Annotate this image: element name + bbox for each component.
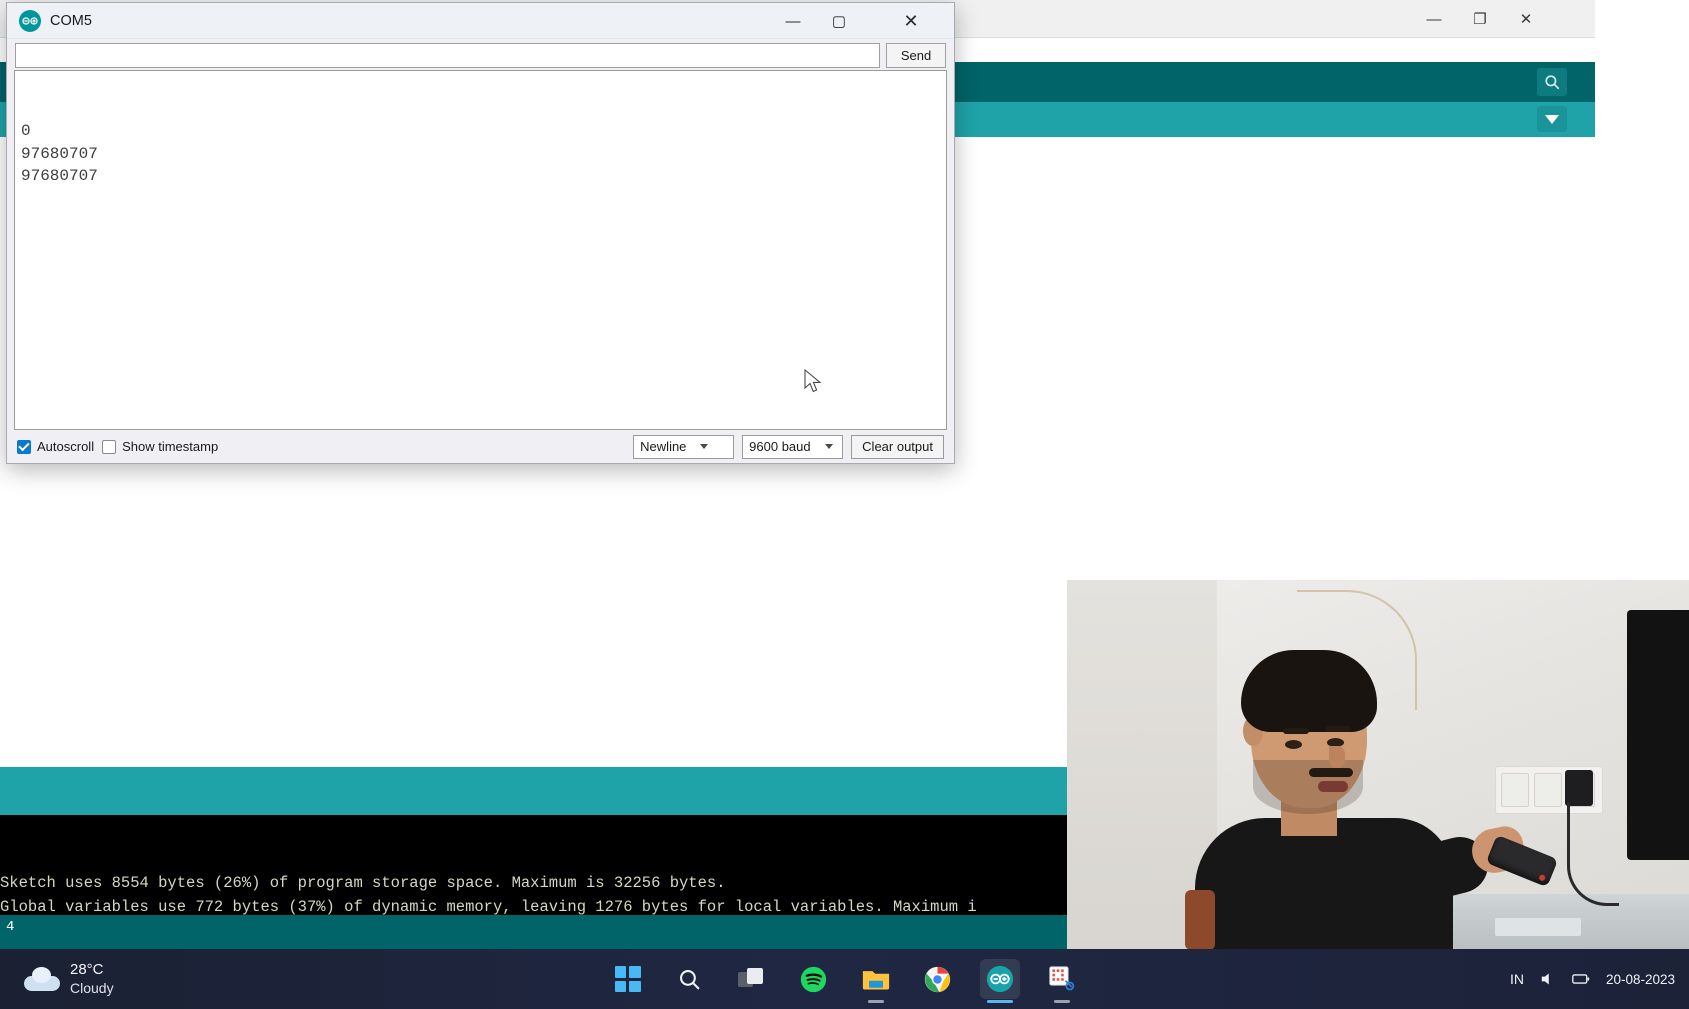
serial-monitor-titlebar[interactable]: COM5 — ▢ ✕ <box>7 3 954 39</box>
clear-output-button[interactable]: Clear output <box>851 434 944 459</box>
arduino-ide-button[interactable] <box>979 959 1020 1003</box>
chrome-icon <box>924 966 951 992</box>
line-ending-value: Newline <box>640 439 687 454</box>
show-timestamp-checkbox[interactable]: Show timestamp <box>102 439 218 454</box>
search-button[interactable] <box>670 959 710 999</box>
serial-monitor-close-button[interactable]: ✕ <box>888 3 934 39</box>
screen-root: — ❐ ✕ File Serial.println(IR.decodedIRDa… <box>0 0 1689 1009</box>
serial-monitor-maximize-button[interactable]: ▢ <box>816 3 862 39</box>
baud-rate-value: 9600 baud <box>749 439 811 454</box>
send-button[interactable]: Send <box>886 43 946 68</box>
serial-send-input[interactable] <box>15 43 880 68</box>
weather-condition: Cloudy <box>70 979 114 996</box>
serial-output-line: 0 <box>21 122 31 140</box>
serial-monitor-title: COM5 <box>50 12 92 29</box>
weather-temperature: 28°C <box>70 960 104 978</box>
folder-icon <box>862 971 889 990</box>
tray-date[interactable]: 20-08-2023 <box>1606 972 1675 987</box>
person-on-camera <box>1177 650 1559 950</box>
ide-minimize-button[interactable]: — <box>1411 0 1457 38</box>
line-ending-select[interactable]: Newline <box>633 434 735 459</box>
serial-monitor-footer: Autoscroll Show timestamp Newline 9600 b… <box>7 430 954 463</box>
windows-logo-icon <box>614 966 641 992</box>
snipping-tool-icon <box>1048 966 1074 991</box>
serial-monitor-window[interactable]: COM5 — ▢ ✕ Send 0 97680707 97680707 Autosc… <box>6 2 955 464</box>
weather-widget[interactable]: 28°C Cloudy <box>24 961 114 997</box>
serial-output-line: 97680707 <box>21 167 98 185</box>
tray-language[interactable]: IN <box>1510 971 1524 987</box>
serial-monitor-send-row: Send <box>7 39 954 72</box>
volume-icon[interactable] <box>1540 972 1556 986</box>
serial-monitor-minimize-button[interactable]: — <box>770 3 816 39</box>
autoscroll-checkbox[interactable]: Autoscroll <box>17 439 94 454</box>
baud-rate-select[interactable]: 9600 baud <box>742 434 844 459</box>
chrome-button[interactable] <box>918 959 958 999</box>
monitor-edge <box>1627 610 1689 860</box>
status-text: 4 <box>6 919 15 935</box>
show-timestamp-label: Show timestamp <box>122 439 219 454</box>
chevron-down-icon <box>824 443 833 451</box>
cloud-icon <box>24 967 60 991</box>
show-timestamp-checkbox-box[interactable] <box>102 439 117 454</box>
spotify-icon <box>800 966 827 992</box>
snipping-tool-button[interactable] <box>1042 959 1082 1003</box>
ide-maximize-button[interactable]: ❐ <box>1457 0 1503 38</box>
arduino-infinity-icon <box>19 9 41 32</box>
serial-monitor-output: 0 97680707 97680707 <box>14 70 947 430</box>
arduino-icon <box>986 965 1013 993</box>
autoscroll-checkbox-box[interactable] <box>17 439 31 454</box>
serial-output-line: 97680707 <box>21 144 98 163</box>
task-view-button[interactable] <box>732 959 772 999</box>
ide-close-button[interactable]: ✕ <box>1503 0 1549 38</box>
search-icon[interactable] <box>1537 68 1567 96</box>
battery-icon[interactable] <box>1572 972 1590 986</box>
spotify-button[interactable] <box>794 959 834 999</box>
windows-taskbar: 28°C Cloudy IN 20-08-2023 <box>0 949 1689 1009</box>
system-tray: IN 20-08-2023 <box>1510 949 1689 1009</box>
start-button[interactable] <box>608 959 648 999</box>
chevron-down-icon[interactable] <box>1537 106 1567 132</box>
autoscroll-label: Autoscroll <box>37 439 95 454</box>
webcam-overlay <box>1067 580 1689 950</box>
file-explorer-button[interactable] <box>856 959 896 1003</box>
chevron-down-icon <box>700 443 709 451</box>
task-view-icon <box>737 968 763 987</box>
search-icon <box>680 969 700 990</box>
taskbar-app-icons <box>608 959 1082 1003</box>
